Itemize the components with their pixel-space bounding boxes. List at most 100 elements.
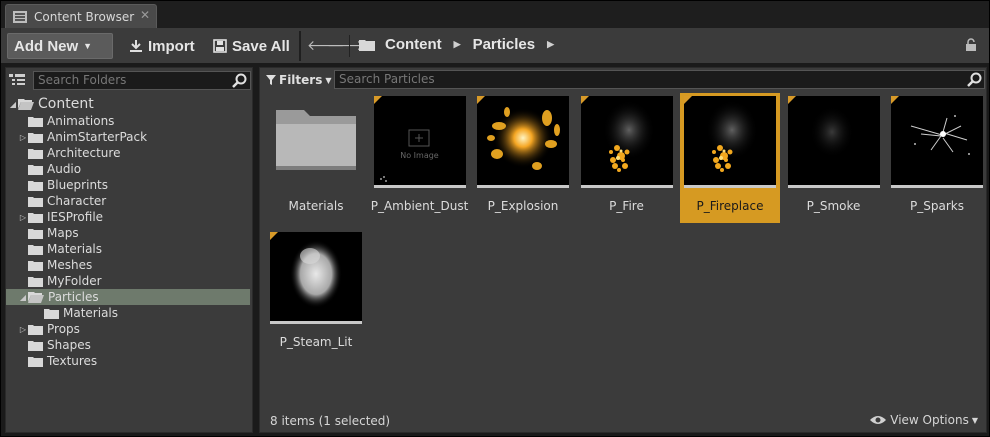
asset-thumbnail — [580, 96, 673, 188]
filters-button[interactable]: Filters ▼ — [266, 71, 332, 89]
folder-icon — [28, 148, 43, 159]
asset-name: P_Sparks — [910, 199, 964, 213]
breadcrumb-arrow-icon[interactable]: ▶ — [547, 39, 554, 50]
smoke-thumbnail — [809, 106, 854, 158]
close-icon[interactable]: ✕ — [140, 8, 150, 22]
asset-color-bar — [373, 185, 466, 188]
tree-item-label: Blueprints — [47, 178, 109, 192]
asset-search-input[interactable]: Search Particles — [334, 70, 985, 89]
tree-item[interactable]: ▷ Props — [6, 321, 250, 337]
folder-icon — [28, 244, 43, 255]
tree-root-content[interactable]: ◢ Content — [6, 96, 250, 112]
breadcrumb-particles[interactable]: Particles — [473, 36, 536, 53]
folder-icon — [28, 180, 43, 191]
tab-label: Content Browser — [34, 9, 135, 24]
asset-color-bar — [477, 185, 569, 188]
add-new-button[interactable]: Add New ▼ — [7, 33, 113, 59]
save-all-button[interactable]: Save All — [207, 33, 296, 59]
tree-item[interactable]: Meshes — [6, 257, 250, 273]
tree-item-label: Architecture — [47, 146, 121, 160]
asset-search-placeholder: Search Particles — [339, 72, 435, 86]
asset-thumbnail: No Image — [373, 96, 466, 188]
explosion-thumbnail — [487, 107, 560, 170]
asset-tile[interactable]: No Image P_Ambient_Dust — [370, 93, 470, 223]
tree-item[interactable]: Architecture — [6, 145, 250, 161]
tree-item[interactable]: Audio — [6, 161, 250, 177]
folder-icon — [28, 132, 43, 143]
asset-color-bar — [891, 185, 983, 188]
folder-icon — [28, 340, 43, 351]
steam-thumbnail — [290, 240, 342, 308]
tree-item[interactable]: Textures — [6, 353, 250, 369]
tree-item[interactable]: Maps — [6, 225, 250, 241]
search-icon — [967, 72, 982, 87]
tree-item[interactable]: Blueprints — [6, 177, 250, 193]
asset-name: P_Fire — [609, 199, 644, 213]
asset-thumbnail — [477, 96, 569, 188]
chevron-down-icon: ▼ — [971, 415, 978, 425]
folder-icon — [28, 212, 43, 223]
tree-item[interactable]: MyFolder — [6, 273, 250, 289]
asset-color-bar — [270, 321, 362, 324]
expand-arrow-icon[interactable]: ◢ — [18, 293, 28, 302]
tree-item-label: Animations — [47, 114, 115, 128]
breadcrumb-arrow-icon[interactable]: ▶ — [454, 39, 461, 50]
tree-item[interactable]: ◢ Particles — [6, 289, 250, 305]
asset-type-marker — [891, 96, 899, 104]
tree-item[interactable]: ▷ AnimStarterPack — [6, 129, 250, 145]
import-button[interactable]: Import — [123, 33, 201, 59]
tree-item-label: MyFolder — [47, 274, 102, 288]
folder-icon — [44, 308, 59, 319]
no-image-thumbnail — [379, 129, 429, 182]
asset-type-marker — [373, 96, 382, 104]
toolbar-divider — [299, 31, 301, 61]
asset-tile[interactable]: P_Sparks — [887, 93, 987, 223]
asset-name: P_Ambient_Dust — [370, 199, 469, 213]
breadcrumb-content[interactable]: Content — [385, 36, 442, 53]
content-browser-icon — [13, 10, 27, 23]
tab-content-browser[interactable]: Content Browser ✕ — [5, 4, 157, 28]
tree-item[interactable]: Materials — [6, 241, 250, 257]
tree-item[interactable]: Shapes — [6, 337, 250, 353]
asset-thumbnail — [787, 96, 880, 188]
expand-arrow-icon[interactable]: ▷ — [18, 213, 28, 222]
lock-icon[interactable] — [965, 38, 977, 52]
tree-item-label: Shapes — [47, 338, 91, 352]
asset-tile[interactable]: P_Smoke — [784, 93, 884, 223]
asset-tile[interactable]: P_Fireplace — [680, 93, 780, 223]
fire-thumbnail — [602, 100, 655, 172]
asset-name: P_Fireplace — [696, 199, 764, 213]
tab-strip: Content Browser ✕ — [1, 1, 989, 28]
asset-tile[interactable]: P_Explosion — [473, 93, 573, 223]
expand-arrow-icon[interactable]: ▷ — [18, 325, 28, 334]
expand-arrow-icon[interactable]: ◢ — [8, 100, 18, 109]
asset-thumbnail — [891, 96, 983, 188]
tree-item[interactable]: ▷ IESProfile — [6, 209, 250, 225]
asset-thumbnail — [270, 96, 362, 188]
add-new-label: Add New — [14, 37, 79, 55]
folder-icon — [28, 324, 43, 335]
tree-item[interactable]: Materials — [6, 305, 250, 321]
tree-item-label: Content — [38, 96, 94, 112]
tree-item-label: AnimStarterPack — [47, 130, 148, 144]
filter-icon — [266, 75, 276, 85]
breadcrumb: Content ▶ Particles ▶ — [359, 36, 566, 53]
asset-tile[interactable]: Materials — [266, 93, 366, 223]
chevron-down-icon: ▼ — [83, 41, 93, 51]
asset-tile[interactable]: P_Steam_Lit — [266, 229, 366, 359]
tree-toggle-icon[interactable] — [9, 73, 25, 87]
tree-item-label: Materials — [47, 242, 103, 256]
view-options-button[interactable]: View Options ▼ — [870, 413, 978, 427]
tree-item[interactable]: Character — [6, 193, 250, 209]
folder-icon — [28, 356, 43, 367]
tree-item[interactable]: Animations — [6, 113, 250, 129]
asset-name: P_Explosion — [487, 199, 559, 213]
folder-search-input[interactable]: Search Folders — [33, 71, 251, 90]
tree-item-label: Materials — [63, 306, 119, 320]
save-icon — [213, 39, 227, 53]
folder-icon — [28, 164, 43, 175]
save-all-label: Save All — [232, 37, 290, 55]
expand-arrow-icon[interactable]: ▷ — [18, 133, 28, 142]
asset-tile[interactable]: P_Fire — [577, 93, 677, 223]
search-icon — [232, 73, 247, 88]
